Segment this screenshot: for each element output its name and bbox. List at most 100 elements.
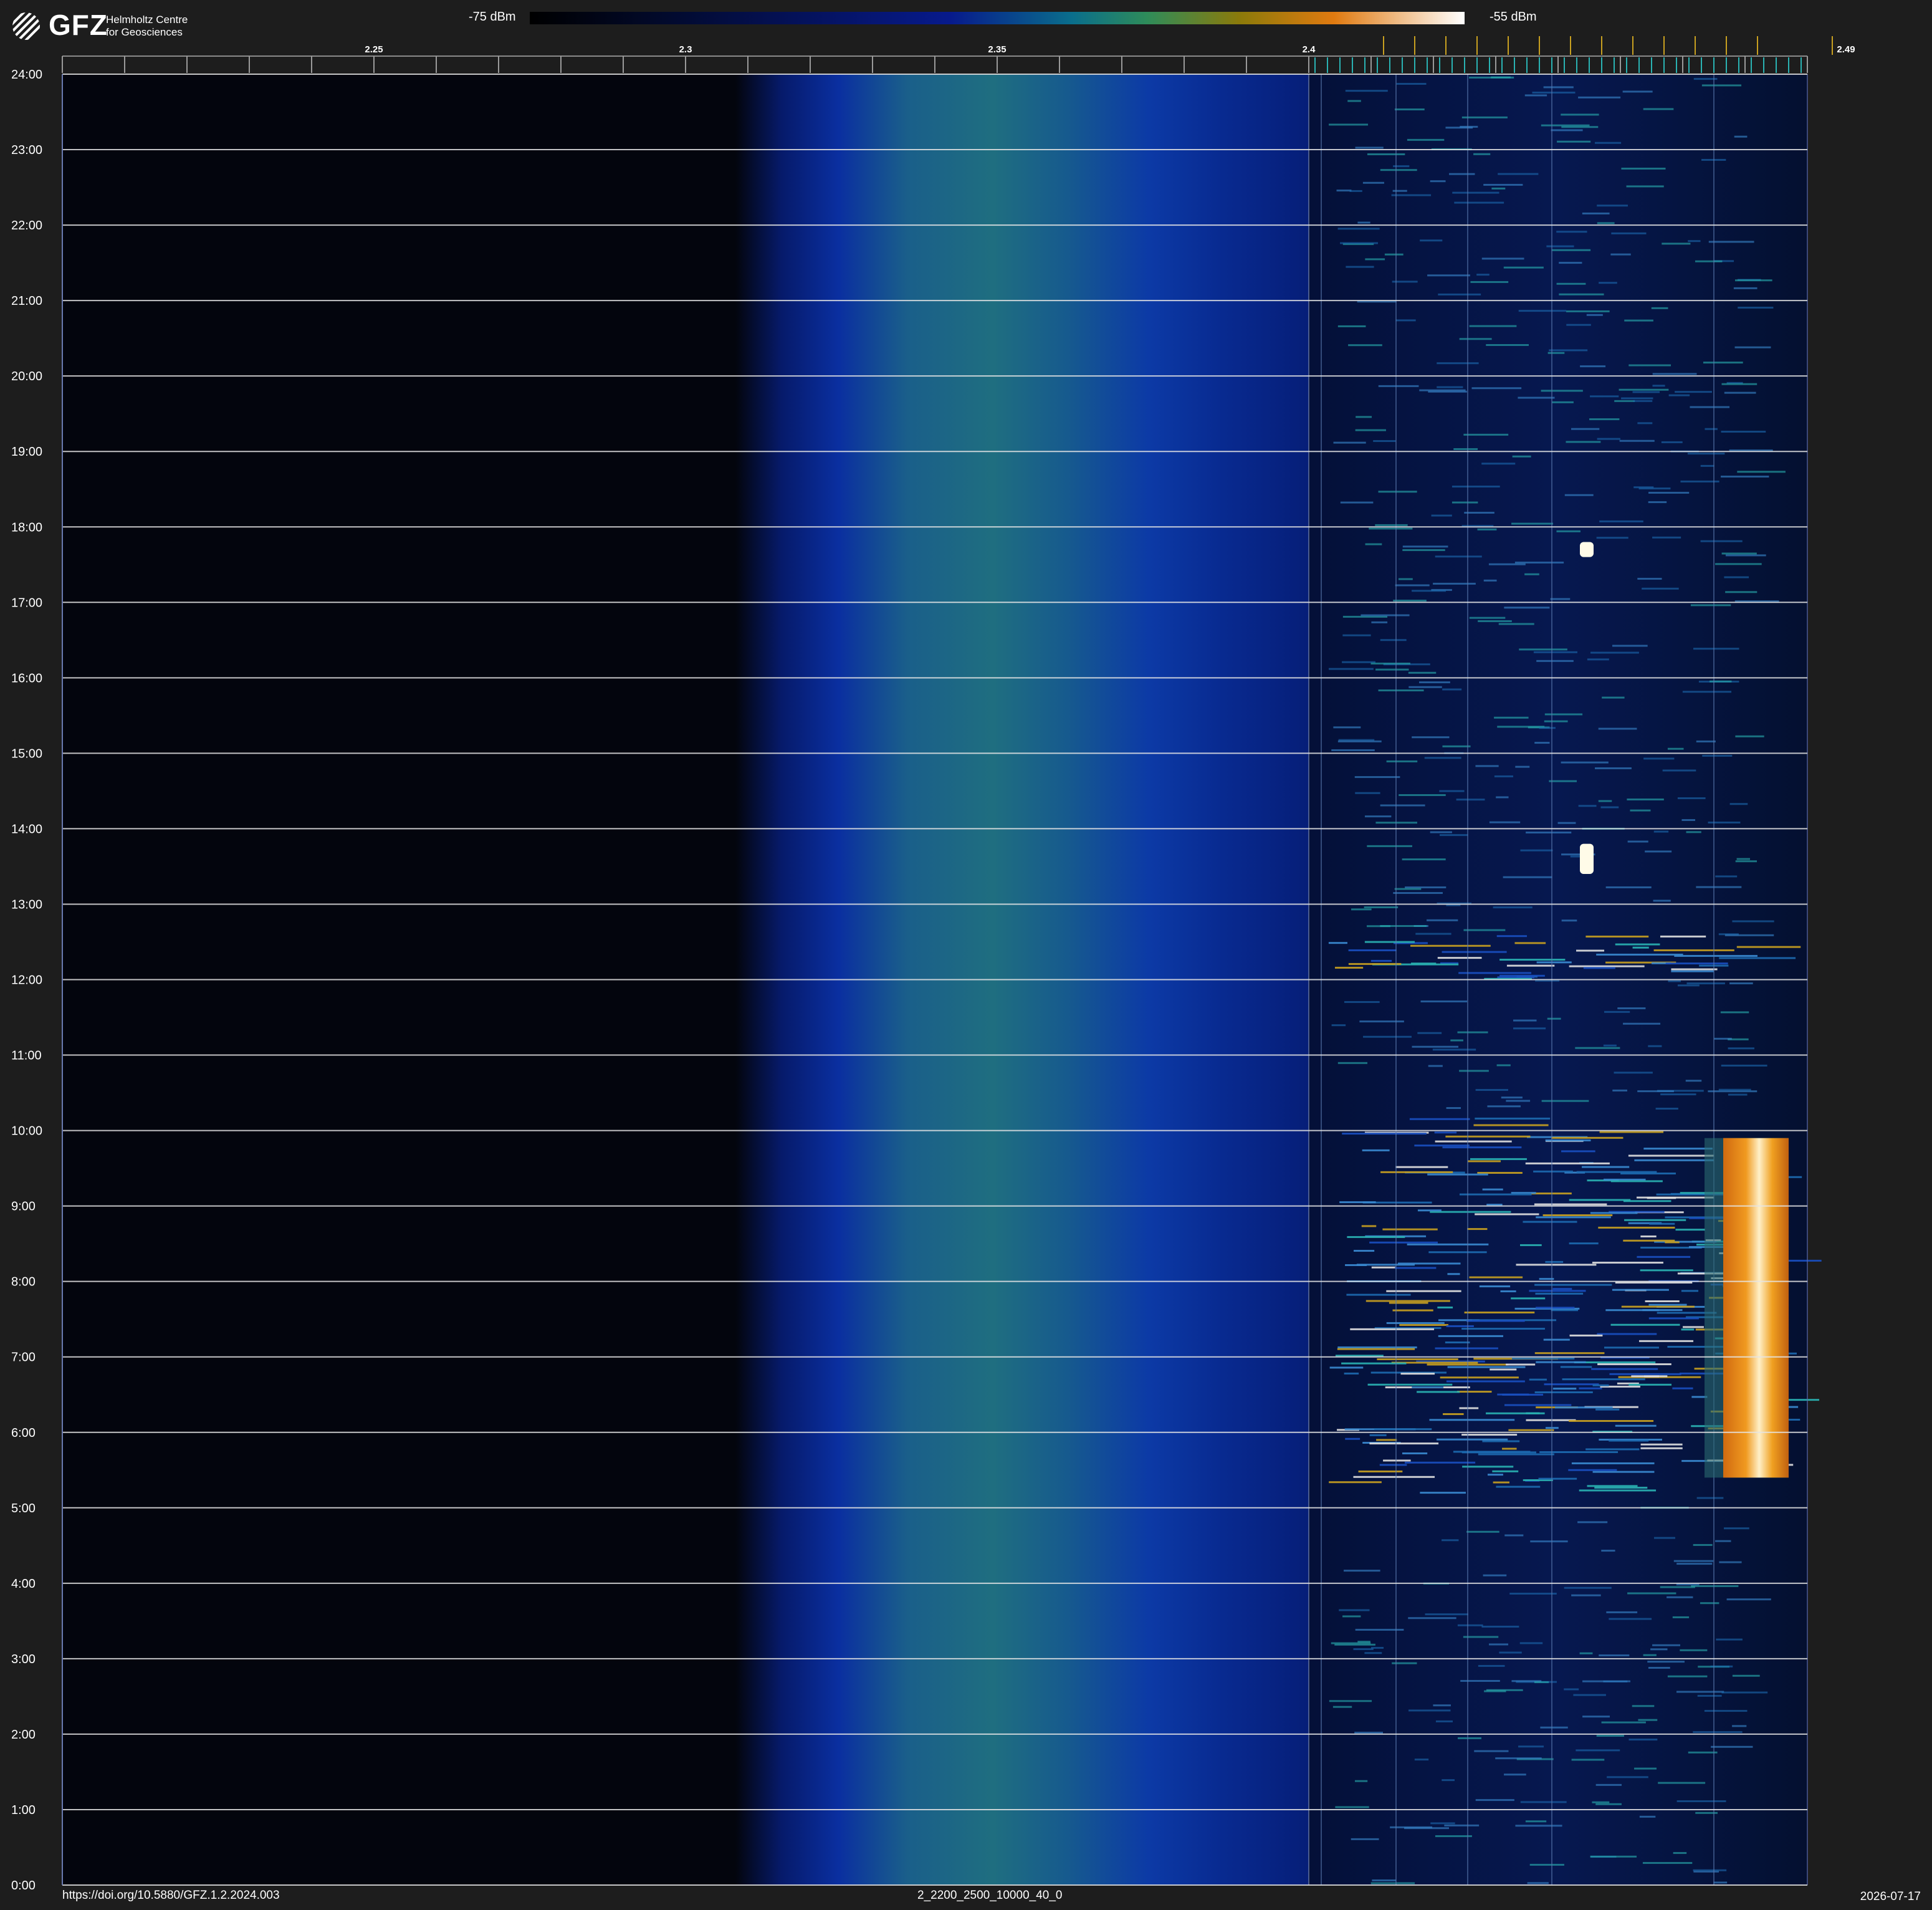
signal-streak <box>1515 765 1530 768</box>
signal-streak <box>1469 617 1506 619</box>
signal-streak <box>1518 1745 1544 1748</box>
signal-streak <box>1595 1803 1622 1805</box>
signal-streak <box>1432 1049 1476 1051</box>
signal-streak <box>1464 1311 1535 1313</box>
signal-streak <box>1457 1737 1481 1739</box>
signal-streak <box>1568 1469 1617 1471</box>
signal-streak <box>1688 1751 1718 1754</box>
signal-streak <box>1577 1521 1608 1524</box>
signal-streak <box>1378 385 1419 387</box>
signal-streak <box>1736 858 1751 860</box>
signal-streak <box>1624 319 1653 322</box>
signal-streak <box>1394 888 1422 890</box>
signal-streak <box>1690 406 1730 408</box>
signal-streak <box>1566 324 1591 326</box>
signal-streak <box>1573 1694 1606 1696</box>
signal-streak <box>1362 181 1384 184</box>
signal-streak <box>1579 1387 1602 1389</box>
signal-streak <box>1375 668 1409 671</box>
signal-streak <box>1735 860 1757 863</box>
signal-streak <box>1585 935 1649 938</box>
signal-streak <box>1726 1598 1771 1601</box>
signal-streak <box>1509 1593 1557 1595</box>
signal-streak <box>1547 352 1565 354</box>
signal-streak <box>1551 249 1591 251</box>
signal-streak <box>1475 1088 1508 1091</box>
signal-streak <box>1587 1485 1638 1487</box>
signal-streak <box>1453 1451 1531 1453</box>
signal-streak <box>1533 651 1578 653</box>
signal-streak <box>1518 310 1567 312</box>
signal-streak <box>1681 1328 1695 1331</box>
signal-streak <box>1367 845 1412 847</box>
signal-streak <box>1619 388 1669 391</box>
signal-streak <box>1415 933 1451 935</box>
signal-streak <box>1675 1229 1705 1231</box>
signal-streak <box>1602 696 1625 699</box>
signal-streak <box>1586 314 1603 316</box>
signal-streak <box>1592 1384 1609 1386</box>
signal-streak <box>1474 1750 1509 1752</box>
signal-streak <box>1412 736 1450 739</box>
signal-streak <box>1643 108 1674 110</box>
signal-streak <box>1439 834 1468 837</box>
signal-streak <box>1533 1170 1573 1173</box>
signal-streak <box>1435 1835 1472 1838</box>
signal-streak <box>1611 232 1647 234</box>
signal-streak <box>1680 1649 1708 1651</box>
signal-streak <box>1623 1239 1675 1242</box>
signal-streak <box>1547 1017 1561 1020</box>
signal-streak <box>1414 1759 1429 1761</box>
signal-streak <box>1615 1424 1657 1427</box>
signal-streak <box>1408 1709 1451 1712</box>
signal-streak <box>1469 325 1517 327</box>
y-tick-label: 20:00 <box>11 370 42 383</box>
signal-streak <box>1329 1481 1382 1484</box>
signal-streak <box>1714 1540 1731 1542</box>
signal-streak <box>1508 1429 1554 1431</box>
signal-streak <box>1347 100 1361 102</box>
signal-streak <box>1417 1391 1460 1393</box>
signal-streak <box>1569 965 1645 967</box>
signal-streak <box>1592 1801 1610 1803</box>
y-tick-label: 14:00 <box>11 822 42 836</box>
signal-streak <box>1652 373 1697 375</box>
signal-streak <box>1367 1383 1453 1386</box>
signal-streak <box>1525 1162 1610 1164</box>
signal-streak <box>1344 1001 1380 1003</box>
signal-streak <box>1457 1031 1488 1034</box>
signal-streak <box>1420 1000 1468 1002</box>
signal-streak <box>1734 279 1772 282</box>
signal-streak <box>1419 389 1466 391</box>
signal-streak <box>1443 1413 1464 1416</box>
signal-streak <box>1667 1675 1708 1677</box>
signal-streak <box>1461 1434 1518 1436</box>
signal-streak <box>1407 138 1445 141</box>
signal-streak <box>1675 391 1712 393</box>
signal-streak <box>1462 1466 1514 1468</box>
signal-streak <box>1486 343 1529 346</box>
y-tick-label: 17:00 <box>11 596 42 610</box>
signal-streak <box>1562 1378 1645 1381</box>
signal-streak <box>1700 464 1714 467</box>
y-tick-label: 22:00 <box>11 219 42 233</box>
signal-streak <box>1665 962 1728 965</box>
signal-streak <box>1582 1716 1610 1718</box>
signal-streak <box>1658 1782 1706 1784</box>
signal-streak <box>1668 980 1681 982</box>
signal-streak <box>1556 282 1586 285</box>
signal-streak <box>1450 1039 1463 1042</box>
signal-streak <box>1673 1560 1714 1562</box>
signal-streak <box>1479 1285 1511 1288</box>
signal-streak <box>1371 621 1388 623</box>
signal-streak <box>1655 1107 1678 1110</box>
signal-streak <box>1442 951 1507 953</box>
signal-streak <box>1488 563 1526 565</box>
signal-streak <box>1442 1539 1459 1542</box>
signal-streak <box>1693 1731 1743 1734</box>
signal-streak <box>1561 761 1609 764</box>
signal-streak <box>1420 1492 1466 1494</box>
signal-streak <box>1561 113 1599 116</box>
signal-streak <box>1529 1378 1547 1381</box>
signal-streak <box>1628 1383 1671 1386</box>
